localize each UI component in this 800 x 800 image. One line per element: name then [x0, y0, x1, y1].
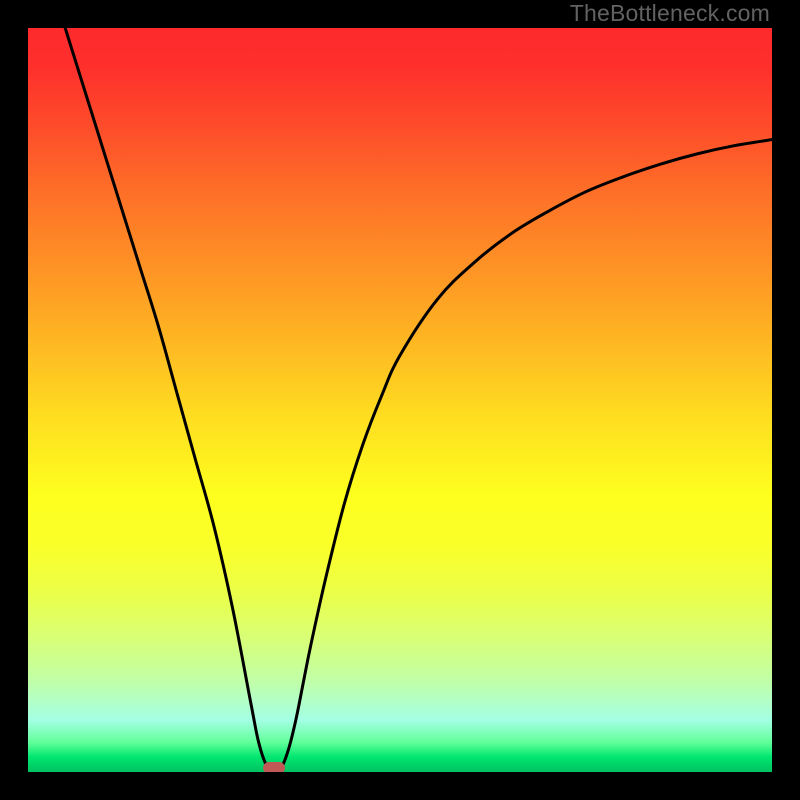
watermark-text: TheBottleneck.com — [570, 0, 770, 27]
curve-path — [65, 28, 772, 772]
trough-marker — [263, 762, 285, 772]
plot-area — [28, 28, 772, 772]
chart-frame: TheBottleneck.com — [0, 0, 800, 800]
curve-svg — [28, 28, 772, 772]
